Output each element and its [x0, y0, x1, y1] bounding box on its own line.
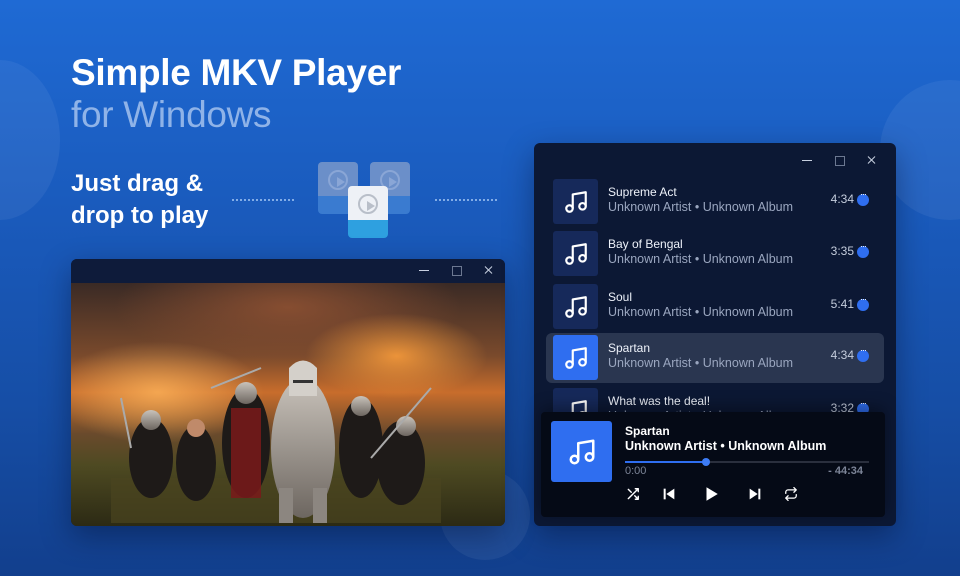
track-album-art: [553, 231, 598, 276]
track-title: Supreme Act: [608, 185, 677, 199]
maximize-icon[interactable]: [449, 263, 463, 277]
track-album-art: [553, 284, 598, 329]
music-note-icon: [564, 242, 587, 265]
dotted-connector-left: [232, 199, 294, 201]
music-note-icon: [564, 295, 587, 318]
file-video-icon: [348, 186, 388, 238]
more-options-icon[interactable]: [857, 241, 869, 258]
more-options-icon[interactable]: [857, 345, 869, 362]
tagline-line-2: drop to play: [71, 202, 209, 229]
playlist-track-row[interactable]: Supreme Act Unknown Artist • Unknown Albu…: [546, 177, 884, 227]
now-playing-title: Spartan: [625, 424, 670, 438]
play-icon: [706, 487, 718, 501]
track-duration: 3:35: [830, 244, 854, 258]
repeat-icon: [785, 487, 797, 501]
skip-previous-icon: [663, 488, 675, 500]
music-note-icon: [569, 439, 594, 464]
shuffle-button[interactable]: [621, 482, 645, 506]
track-duration: 5:41: [830, 297, 854, 311]
track-album-art: [553, 179, 598, 224]
remaining-time: - 44:34: [828, 465, 863, 477]
seek-slider[interactable]: [625, 458, 869, 466]
track-title: What was the deal!: [608, 394, 711, 408]
repeat-button[interactable]: [779, 482, 803, 506]
seek-handle[interactable]: [701, 458, 710, 466]
background-decoration: [0, 60, 60, 220]
video-player-window: [71, 259, 505, 526]
headline-subtitle: for Windows: [71, 94, 272, 135]
playlist-track-row[interactable]: Spartan Unknown Artist • Unknown Album 4:3…: [546, 333, 884, 383]
track-artist-album: Unknown Artist • Unknown Album: [608, 200, 794, 214]
more-options-icon[interactable]: [857, 294, 869, 311]
maximize-icon[interactable]: [832, 153, 846, 167]
drag-drop-file-icons: [315, 160, 415, 240]
more-options-icon[interactable]: [857, 189, 869, 206]
seek-progress: [625, 461, 706, 463]
playlist-track-row[interactable]: Bay of Bengal Unknown Artist • Unknown Al…: [546, 229, 884, 279]
shuffle-icon: [627, 488, 639, 500]
minimize-icon[interactable]: [417, 263, 431, 277]
close-icon[interactable]: [481, 263, 495, 277]
previous-button[interactable]: [657, 482, 681, 506]
video-window-titlebar[interactable]: [71, 259, 505, 283]
track-title: Soul: [608, 290, 633, 304]
headline-title: Simple MKV Player: [71, 52, 402, 93]
tagline: Just drag & drop to play: [71, 168, 208, 232]
track-duration: 4:34: [830, 192, 854, 206]
track-artist-album: Unknown Artist • Unknown Album: [608, 305, 794, 319]
play-button[interactable]: [699, 482, 723, 506]
track-title: Bay of Bengal: [608, 237, 683, 251]
video-frame[interactable]: [71, 283, 505, 526]
skip-next-icon: [749, 488, 761, 500]
music-note-icon: [564, 346, 587, 369]
tagline-line-1: Just drag &: [71, 170, 204, 197]
track-artist-album: Unknown Artist • Unknown Album: [608, 252, 794, 266]
minimize-icon[interactable]: [800, 153, 814, 167]
now-playing-bar: Spartan Unknown Artist • Unknown Album 0…: [541, 412, 885, 517]
now-playing-album-art: [551, 421, 612, 482]
track-album-art: [553, 335, 598, 380]
playback-controls: [621, 482, 801, 506]
music-note-icon: [564, 190, 587, 213]
knights-scene-image: [111, 360, 441, 523]
next-button[interactable]: [743, 482, 767, 506]
playlist-track-row[interactable]: Soul Unknown Artist • Unknown Album 5:41: [546, 282, 884, 332]
track-duration: 4:34: [830, 348, 854, 362]
headline: Simple MKV Player for Windows: [71, 52, 401, 136]
elapsed-time: 0:00: [625, 465, 647, 477]
now-playing-artist-album: Unknown Artist • Unknown Album: [625, 439, 827, 453]
track-artist-album: Unknown Artist • Unknown Album: [608, 356, 794, 370]
dotted-connector-right: [435, 199, 497, 201]
track-title: Spartan: [608, 341, 651, 355]
close-icon[interactable]: [864, 153, 878, 167]
